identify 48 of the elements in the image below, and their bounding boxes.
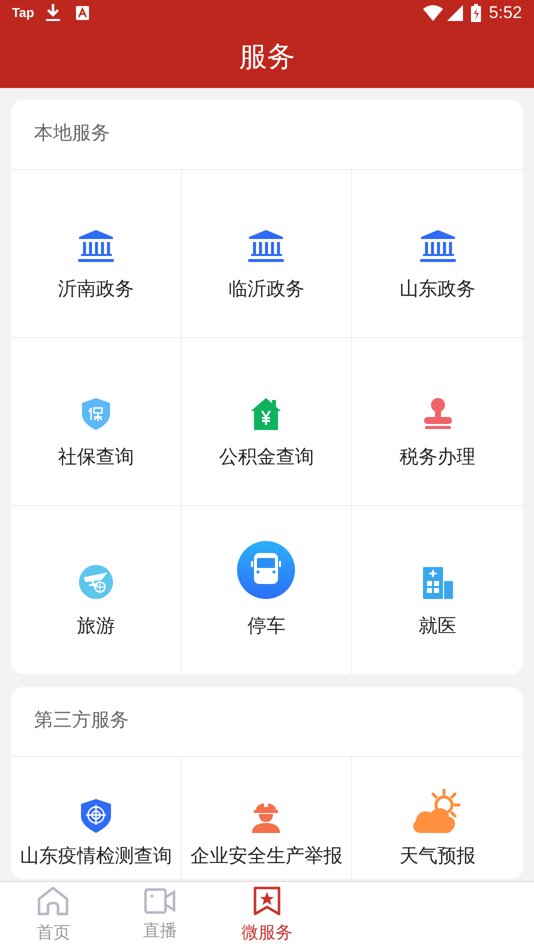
page-title: 服务 bbox=[239, 40, 295, 74]
bank-icon bbox=[420, 230, 456, 262]
service-tile[interactable]: 社保查询 bbox=[11, 338, 182, 506]
service-tile[interactable]: 公积金查询 bbox=[182, 338, 352, 506]
service-tile[interactable]: 山东疫情检测查询 bbox=[11, 757, 182, 879]
service-label: 企业安全生产举报 bbox=[190, 845, 342, 869]
service-tile[interactable]: 天气预报 bbox=[352, 757, 523, 879]
bus-icon bbox=[237, 540, 296, 599]
hospital-icon bbox=[422, 566, 453, 599]
font-app-icon bbox=[76, 6, 90, 20]
shield-icon bbox=[82, 398, 110, 430]
nav-tab[interactable]: 微服务 bbox=[214, 882, 320, 950]
service-label: 山东疫情检测查询 bbox=[20, 845, 172, 869]
wifi-icon bbox=[422, 5, 443, 21]
service-tile[interactable]: 税务办理 bbox=[352, 338, 523, 506]
service-tile[interactable]: 企业安全生产举报 bbox=[182, 757, 352, 879]
bank-icon bbox=[248, 230, 284, 262]
service-label: 临沂政务 bbox=[228, 278, 304, 302]
service-label: 停车 bbox=[247, 614, 286, 639]
service-tile[interactable]: 临沂政务 bbox=[182, 170, 352, 338]
service-label: 沂南政务 bbox=[58, 278, 134, 302]
service-tile[interactable]: 就医 bbox=[352, 506, 523, 674]
service-label: 旅游 bbox=[76, 614, 115, 639]
service-tile[interactable]: 沂南政务 bbox=[11, 170, 182, 338]
service-label: 社保查询 bbox=[58, 446, 134, 470]
service-tile[interactable]: 旅游 bbox=[11, 506, 182, 674]
service-label: 公积金查询 bbox=[218, 446, 314, 470]
section-title: 本地服务 bbox=[34, 122, 110, 146]
service-tile[interactable]: 停车 bbox=[182, 506, 352, 674]
home-icon bbox=[37, 886, 70, 916]
signal-icon bbox=[446, 5, 463, 21]
service-label: 就医 bbox=[418, 614, 457, 639]
service-label: 山东政务 bbox=[400, 278, 476, 302]
bookmark-star-icon bbox=[252, 886, 281, 916]
battery-icon bbox=[470, 4, 481, 22]
status-time: 5:52 bbox=[488, 2, 522, 24]
stamp-icon bbox=[422, 398, 453, 430]
bank-icon bbox=[78, 230, 114, 262]
house-icon bbox=[251, 398, 282, 430]
service-label: 天气预报 bbox=[400, 845, 476, 869]
download-icon bbox=[46, 4, 60, 22]
section-title: 第三方服务 bbox=[34, 709, 129, 734]
service-label: 税务办理 bbox=[400, 446, 476, 470]
status-app-label: Tap bbox=[12, 4, 34, 22]
plane-globe-icon bbox=[78, 564, 113, 599]
shield-target-icon bbox=[80, 799, 111, 833]
video-camera-icon bbox=[144, 888, 176, 914]
service-tile[interactable]: 山东政务 bbox=[352, 170, 523, 338]
